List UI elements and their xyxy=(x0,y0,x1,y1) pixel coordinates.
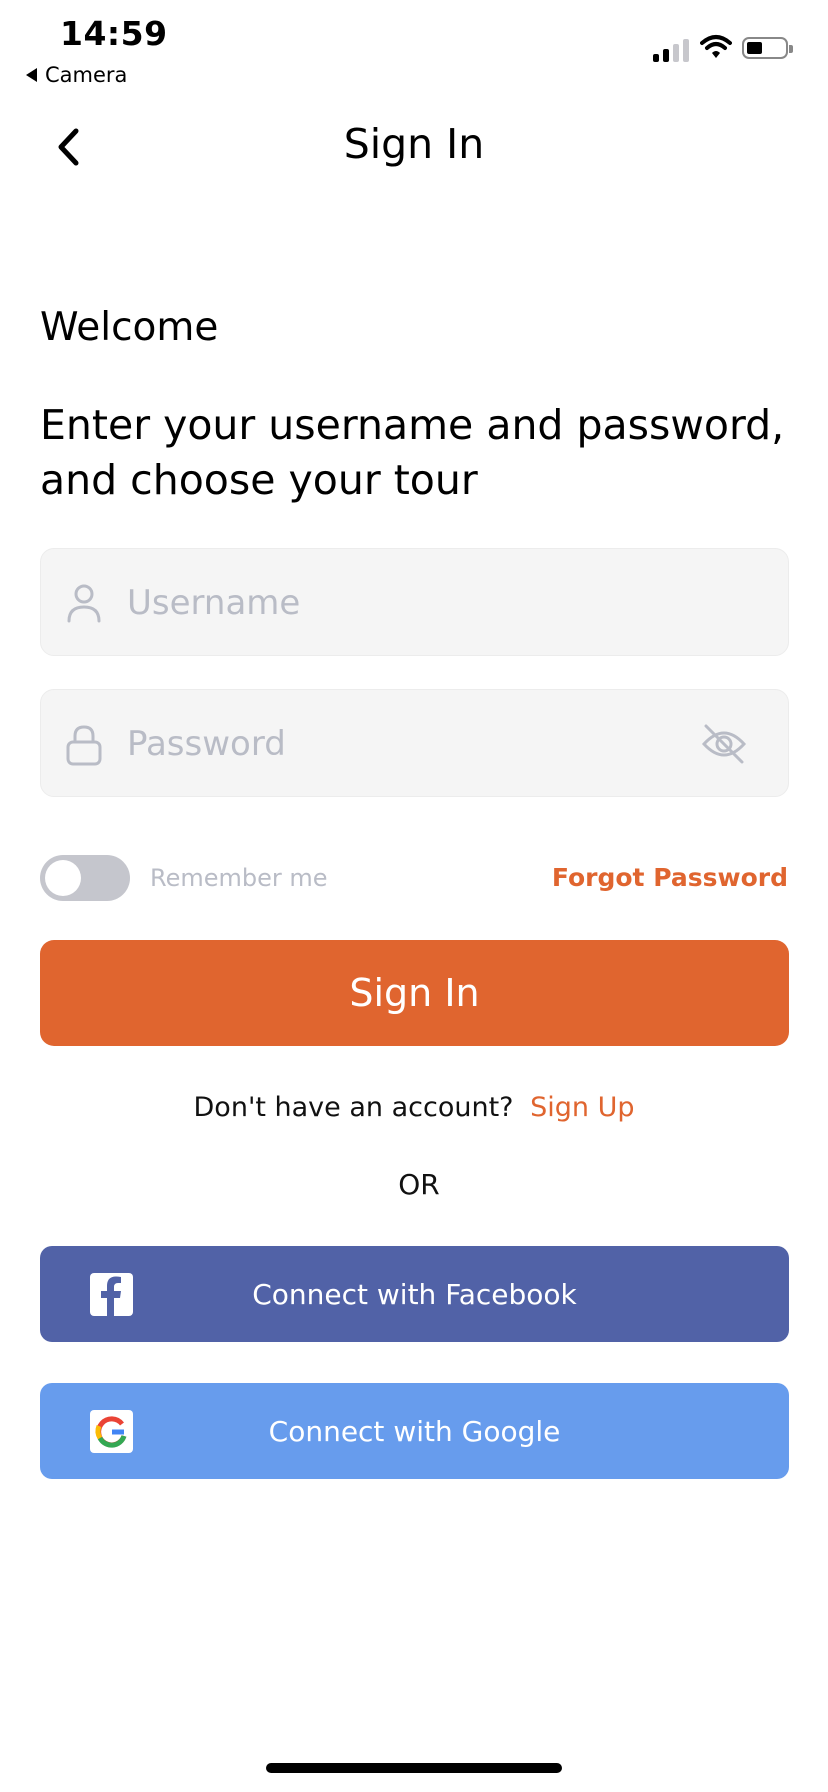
sign-up-link[interactable]: Sign Up xyxy=(530,1092,634,1123)
facebook-connect-label: Connect with Facebook xyxy=(252,1277,577,1311)
signal-icon xyxy=(653,38,689,62)
back-triangle-icon xyxy=(26,68,37,82)
battery-icon xyxy=(742,37,793,59)
lock-icon xyxy=(66,725,102,766)
back-to-app-link[interactable]: Camera xyxy=(26,63,127,87)
facebook-connect-button[interactable]: Connect with Facebook xyxy=(40,1246,789,1342)
signup-prompt: Don't have an account? xyxy=(193,1092,514,1123)
password-input[interactable] xyxy=(125,710,689,778)
sign-in-button[interactable]: Sign In xyxy=(40,940,789,1046)
toggle-knob xyxy=(45,860,81,896)
remember-me-label: Remember me xyxy=(150,864,328,892)
google-icon xyxy=(90,1410,133,1453)
username-input[interactable] xyxy=(125,569,689,637)
google-connect-button[interactable]: Connect with Google xyxy=(40,1383,789,1479)
page-title: Sign In xyxy=(343,120,485,168)
instructions-text: Enter your username and password, and ch… xyxy=(40,401,785,504)
facebook-icon xyxy=(90,1273,133,1316)
back-app-label: Camera xyxy=(45,63,128,87)
remember-me-toggle[interactable] xyxy=(40,855,130,901)
wifi-icon xyxy=(700,35,732,58)
or-divider: OR xyxy=(398,1168,440,1201)
signup-row: Don't have an account? Sign Up xyxy=(0,1092,828,1123)
user-icon xyxy=(67,584,101,623)
forgot-password-link[interactable]: Forgot Password xyxy=(552,863,788,892)
status-time: 14:59 xyxy=(60,14,168,53)
eye-off-icon[interactable] xyxy=(700,722,748,766)
google-connect-label: Connect with Google xyxy=(268,1414,561,1448)
password-field[interactable] xyxy=(40,689,789,797)
welcome-heading: Welcome xyxy=(40,305,219,350)
username-field[interactable] xyxy=(40,548,789,656)
home-indicator xyxy=(266,1763,562,1773)
